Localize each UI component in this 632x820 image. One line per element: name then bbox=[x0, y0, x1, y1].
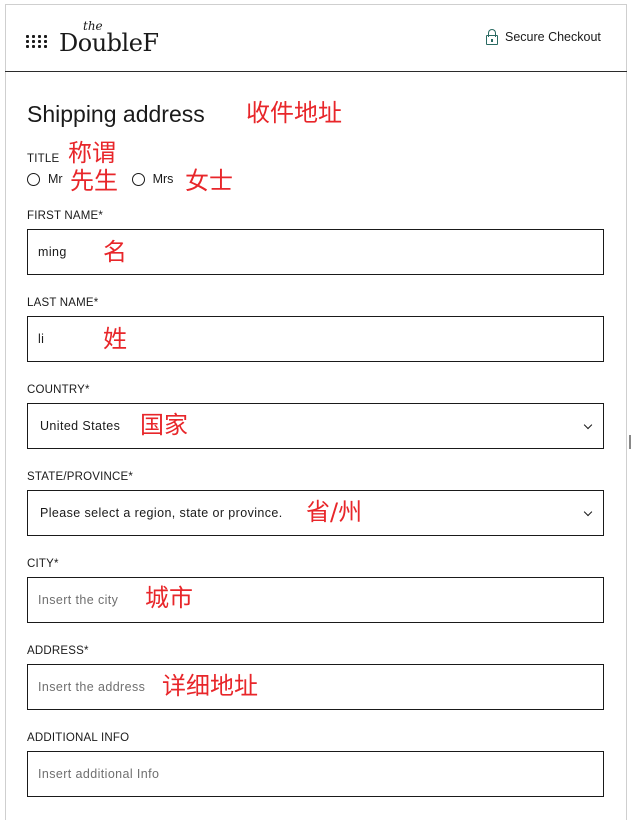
site-header: the DoubleF Secure Checkout bbox=[5, 4, 627, 72]
lock-icon bbox=[485, 29, 499, 45]
last-name-value: li bbox=[38, 332, 45, 346]
state-value: Please select a region, state or provinc… bbox=[40, 506, 283, 520]
address-label: ADDRESS* bbox=[27, 645, 89, 657]
radio-mr-label: Mr bbox=[48, 172, 63, 186]
last-name-label: LAST NAME* bbox=[27, 297, 99, 309]
menu-dots-icon[interactable] bbox=[26, 35, 48, 49]
annotation-state: 省/州 bbox=[306, 498, 363, 526]
annotation-address: 详细地址 bbox=[162, 672, 258, 700]
secure-checkout: Secure Checkout bbox=[485, 29, 601, 45]
annotation-last-name: 姓 bbox=[103, 325, 127, 353]
additional-info-label: ADDITIONAL INFO bbox=[27, 732, 130, 744]
address-placeholder: Insert the address bbox=[38, 680, 146, 694]
page-title: Shipping address bbox=[27, 101, 205, 127]
chevron-down-icon bbox=[583, 507, 593, 517]
first-name-value: ming bbox=[38, 245, 67, 259]
radio-mrs-label: Mrs bbox=[152, 172, 174, 186]
additional-info-input[interactable]: Insert additional Info bbox=[27, 751, 604, 797]
chevron-down-icon bbox=[583, 420, 593, 430]
annotation-mrs: 女士 bbox=[185, 167, 233, 195]
state-label: STATE/PROVINCE* bbox=[27, 471, 134, 483]
secure-checkout-label: Secure Checkout bbox=[505, 30, 601, 44]
city-label: CITY* bbox=[27, 558, 59, 570]
country-label: COUNTRY* bbox=[27, 384, 90, 396]
annotation-first-name: 名 bbox=[103, 238, 127, 266]
radio-mrs-circle[interactable] bbox=[131, 172, 145, 186]
radio-mr[interactable]: Mr bbox=[27, 172, 63, 186]
site-logo[interactable]: the DoubleF bbox=[59, 19, 179, 59]
additional-info-placeholder: Insert additional Info bbox=[38, 767, 160, 781]
radio-mrs[interactable]: Mrs bbox=[131, 172, 174, 186]
annotation-city: 城市 bbox=[145, 584, 193, 612]
country-value: United States bbox=[40, 419, 121, 433]
city-input[interactable]: Insert the city bbox=[27, 577, 604, 623]
title-label: TITLE bbox=[27, 153, 60, 165]
annotation-mr: 先生 bbox=[70, 167, 118, 195]
annotation-title: 收件地址 bbox=[246, 99, 342, 127]
logo-wordmark: DoubleF bbox=[59, 29, 159, 57]
address-input[interactable]: Insert the address bbox=[27, 664, 604, 710]
radio-mr-circle[interactable] bbox=[27, 172, 40, 186]
city-placeholder: Insert the city bbox=[38, 593, 119, 607]
first-name-label: FIRST NAME* bbox=[27, 210, 104, 222]
country-select[interactable]: United States bbox=[27, 403, 604, 449]
scrollbar-marker bbox=[629, 435, 631, 449]
annotation-title-field: 称谓 bbox=[68, 139, 116, 167]
annotation-country: 国家 bbox=[140, 411, 188, 439]
